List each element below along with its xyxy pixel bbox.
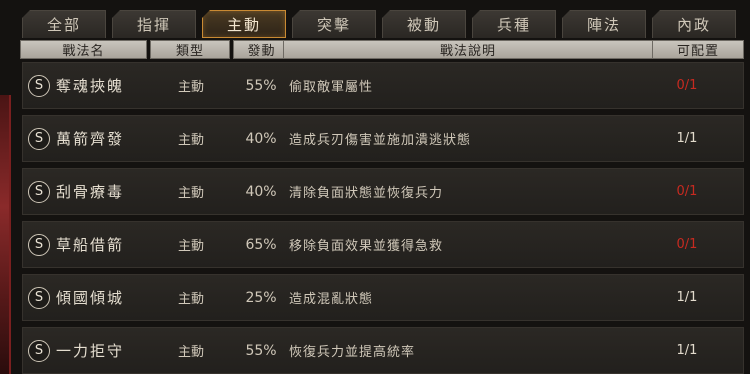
s-rank-icon: S <box>28 233 50 256</box>
skill-type: 主動 <box>177 133 204 148</box>
tab-internal[interactable]: 內政 <box>652 10 736 38</box>
col-header-desc: 戰法說明 <box>283 40 653 59</box>
skill-availability: 1/1 <box>676 131 698 146</box>
table-row[interactable]: S 萬箭齊發 主動 40% 造成兵刃傷害並施加潰逃狀態 1/1 <box>22 115 744 162</box>
tab-troop[interactable]: 兵種 <box>472 10 556 38</box>
skill-availability: 0/1 <box>676 237 698 252</box>
skill-desc: 移除負面效果並獲得急救 <box>289 239 444 254</box>
tab-passive[interactable]: 被動 <box>382 10 466 38</box>
table-row[interactable]: S 草船借箭 主動 65% 移除負面效果並獲得急救 0/1 <box>22 221 744 268</box>
skill-name: 刮骨療毒 <box>56 183 125 201</box>
col-header-avail[interactable]: 可配置 <box>652 40 744 59</box>
col-header-rate[interactable]: 發動 <box>233 40 290 59</box>
skill-availability: 1/1 <box>676 290 698 305</box>
s-rank-icon: S <box>28 286 50 309</box>
skill-desc: 清除負面狀態並恢復兵力 <box>289 186 444 201</box>
skill-desc: 偷取敵軍屬性 <box>289 80 374 95</box>
s-rank-icon: S <box>28 74 50 97</box>
s-rank-icon: S <box>28 180 50 203</box>
table-row[interactable]: S 奪魂挾魄 主動 55% 偷取敵軍屬性 0/1 <box>22 62 744 109</box>
skill-name: 奪魂挾魄 <box>56 77 125 95</box>
skill-type: 主動 <box>177 345 204 360</box>
skill-availability: 1/1 <box>676 343 698 358</box>
table-row[interactable]: S 一力拒守 主動 55% 恢復兵力並提高統率 1/1 <box>22 327 744 374</box>
tab-bar: 全部 指揮 主動 突擊 被動 兵種 陣法 內政 <box>22 10 744 40</box>
table-row[interactable]: S 刮骨療毒 主動 40% 清除負面狀態並恢復兵力 0/1 <box>22 168 744 215</box>
skill-rate: 40% <box>245 183 277 200</box>
skill-rate: 65% <box>245 236 277 253</box>
skill-name: 草船借箭 <box>56 236 125 254</box>
side-portrait-edge <box>0 95 11 374</box>
skill-rate: 40% <box>245 130 277 147</box>
skill-availability: 0/1 <box>676 78 698 93</box>
skill-rate: 55% <box>245 342 277 359</box>
skill-type: 主動 <box>177 186 204 201</box>
tab-assault[interactable]: 突擊 <box>292 10 376 38</box>
s-rank-icon: S <box>28 339 50 362</box>
skill-rate: 25% <box>245 289 277 306</box>
col-header-name[interactable]: 戰法名 <box>20 40 147 59</box>
col-header-type[interactable]: 類型 <box>150 40 230 59</box>
skill-desc: 造成兵刃傷害並施加潰逃狀態 <box>289 133 472 148</box>
skill-type: 主動 <box>177 292 204 307</box>
skill-name: 傾國傾城 <box>56 289 125 307</box>
tab-all[interactable]: 全部 <box>22 10 106 38</box>
tab-command[interactable]: 指揮 <box>112 10 196 38</box>
s-rank-icon: S <box>28 127 50 150</box>
tab-active[interactable]: 主動 <box>202 10 286 38</box>
skill-desc: 造成混亂狀態 <box>289 292 374 307</box>
skill-desc: 恢復兵力並提高統率 <box>289 345 416 360</box>
skill-type: 主動 <box>177 239 204 254</box>
table-row[interactable]: S 傾國傾城 主動 25% 造成混亂狀態 1/1 <box>22 274 744 321</box>
tab-formation[interactable]: 陣法 <box>562 10 646 38</box>
skill-rate: 55% <box>245 77 277 94</box>
skill-name: 萬箭齊發 <box>56 130 125 148</box>
skill-name: 一力拒守 <box>56 342 125 360</box>
skill-availability: 0/1 <box>676 184 698 199</box>
skill-type: 主動 <box>177 80 204 95</box>
table-header: 戰法名 類型 發動 戰法說明 可配置 <box>20 40 744 60</box>
